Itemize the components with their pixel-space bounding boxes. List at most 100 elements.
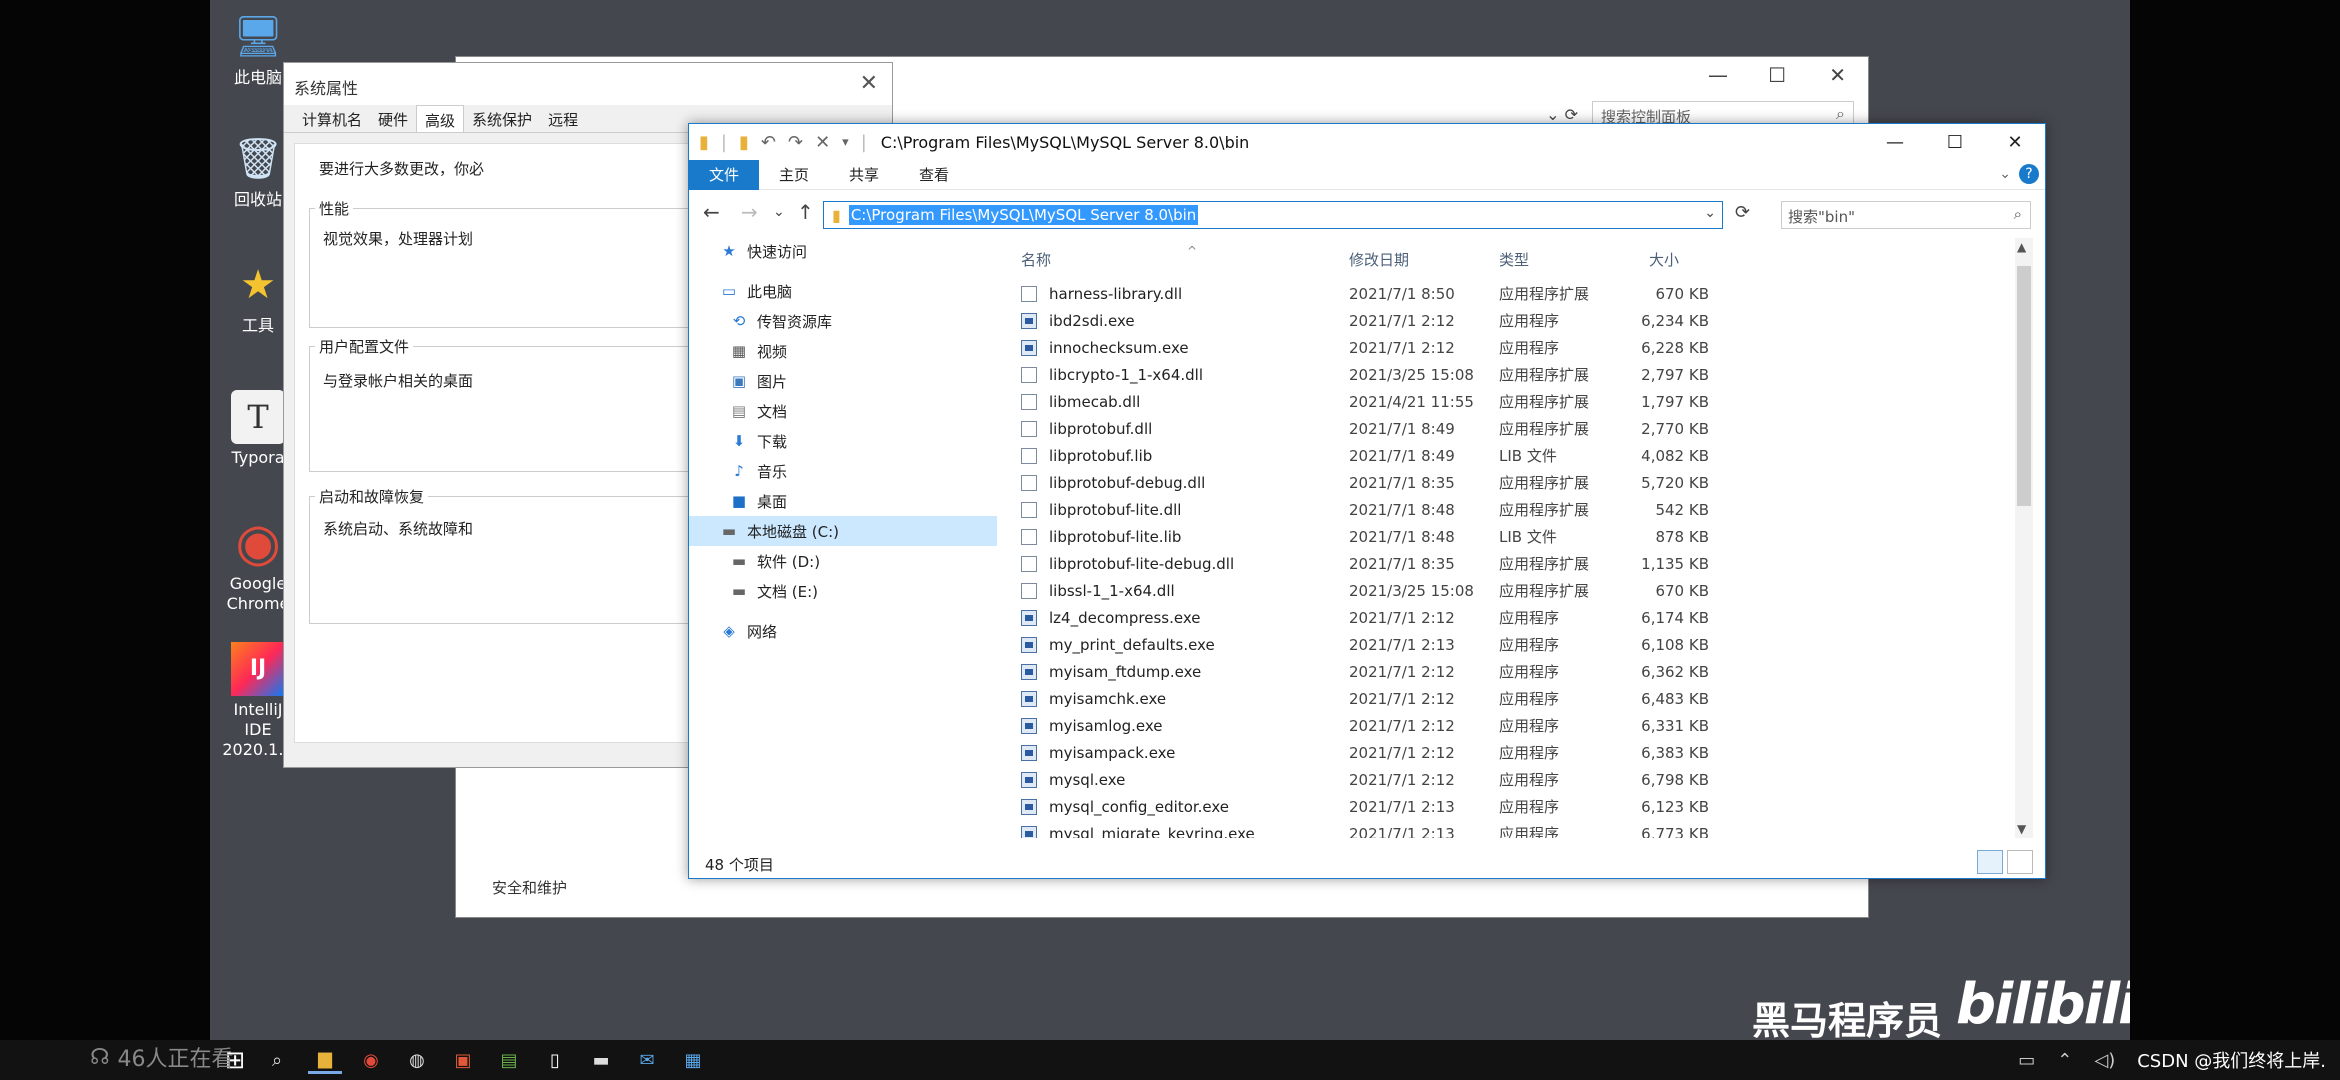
undo-icon[interactable]: ↶ — [761, 132, 776, 153]
column-header-type[interactable]: 类型 — [1499, 246, 1529, 272]
close-icon[interactable]: ✕ — [860, 71, 878, 96]
search-input[interactable]: 搜索"bin" ⌕ — [1781, 201, 2031, 229]
file-row[interactable]: libssl-1_1-x64.dll 2021/3/25 15:08 应用程序扩展 6… — [1009, 577, 2009, 604]
file-row[interactable]: innochecksum.exe 2021/7/1 2:12 应用程序 6,228 K… — [1009, 334, 2009, 361]
file-row[interactable]: libprotobuf-lite.lib 2021/7/1 8:48 LIB 文件 8… — [1009, 523, 2009, 550]
nav-item-local-disk-c[interactable]: ▬ 本地磁盘 (C:) — [689, 516, 997, 546]
file-size: 6,123 KB — [1641, 797, 1709, 816]
keyboard-icon[interactable]: ▭ — [2018, 1050, 2035, 1071]
terminal-taskbar-icon[interactable]: ▬ — [584, 1046, 618, 1074]
file-size: 6,108 KB — [1641, 635, 1709, 654]
tab-view[interactable]: 查看 — [899, 160, 969, 190]
recent-locations-chevron-icon[interactable]: ⌄ — [773, 204, 785, 220]
column-header-size[interactable]: 大小 — [1649, 246, 1679, 272]
video-icon: ▦ — [731, 342, 747, 360]
close-icon[interactable]: ✕ — [1985, 124, 2045, 160]
file-row[interactable]: libprotobuf.dll 2021/7/1 8:49 应用程序扩展 2,770 … — [1009, 415, 2009, 442]
forward-arrow-icon[interactable]: → — [741, 200, 758, 224]
nav-item-this-pc[interactable]: ▭ 此电脑 — [719, 276, 792, 306]
tab-remote[interactable]: 远程 — [540, 105, 586, 132]
file-row[interactable]: mysql.exe 2021/7/1 2:12 应用程序 6,798 KB — [1009, 766, 2009, 793]
help-icon[interactable]: ? — [2019, 164, 2039, 184]
nav-item-downloads[interactable]: ⬇ 下载 — [729, 426, 787, 456]
file-row[interactable]: libprotobuf-lite-debug.dll 2021/7/1 8:35 应… — [1009, 550, 2009, 577]
chevron-down-icon[interactable]: ⌄ — [1704, 205, 1716, 221]
refresh-icon[interactable]: ⟳ — [1735, 202, 1750, 223]
app-taskbar-icon[interactable]: ◍ — [400, 1046, 434, 1074]
file-name: libprotobuf.dll — [1049, 419, 1153, 438]
tab-share[interactable]: 共享 — [829, 160, 899, 190]
typora-taskbar-icon[interactable]: ▯ — [538, 1046, 572, 1074]
up-arrow-icon[interactable]: ↑ — [797, 200, 814, 224]
large-icons-view-icon[interactable] — [2007, 850, 2033, 874]
column-header-name[interactable]: 名称 ^ — [1021, 244, 1197, 272]
powerpoint-taskbar-icon[interactable]: ▣ — [446, 1046, 480, 1074]
file-row[interactable]: myisamlog.exe 2021/7/1 2:12 应用程序 6,331 KB — [1009, 712, 2009, 739]
scrollbar-thumb[interactable] — [2017, 266, 2031, 506]
file-row[interactable]: my_print_defaults.exe 2021/7/1 2:13 应用程序 6,… — [1009, 631, 2009, 658]
file-name: mysql_migrate_keyring.exe — [1049, 824, 1255, 839]
nav-item-network[interactable]: ◈ 网络 — [719, 616, 777, 646]
back-arrow-icon[interactable]: ← — [703, 200, 720, 224]
maximize-icon[interactable]: ☐ — [1925, 124, 1985, 160]
nav-item-desktop[interactable]: ■ 桌面 — [729, 486, 787, 516]
address-bar[interactable]: ▮ C:\Program Files\MySQL\MySQL Server 8.… — [823, 201, 1723, 229]
tab-advanced[interactable]: 高级 — [416, 105, 465, 132]
nav-item-quick-access[interactable]: ★ 快速访问 — [719, 236, 807, 266]
file-row[interactable]: libcrypto-1_1-x64.dll 2021/3/25 15:08 应用程序… — [1009, 361, 2009, 388]
tab-file[interactable]: 文件 — [689, 159, 759, 190]
notepad-taskbar-icon[interactable]: ▤ — [492, 1046, 526, 1074]
remote-desktop-taskbar-icon[interactable]: ▦ — [676, 1046, 710, 1074]
file-row[interactable]: ibd2sdi.exe 2021/7/1 2:12 应用程序 6,234 KB — [1009, 307, 2009, 334]
nav-item-drive-d[interactable]: ▬ 软件 (D:) — [729, 546, 820, 576]
chevron-up-icon[interactable]: ⌃ — [2057, 1050, 2072, 1071]
file-row[interactable]: harness-library.dll 2021/7/1 8:50 应用程序扩展 67… — [1009, 280, 2009, 307]
maximize-icon[interactable]: ☐ — [1768, 63, 1786, 87]
file-row[interactable]: myisam_ftdump.exe 2021/7/1 2:12 应用程序 6,362 … — [1009, 658, 2009, 685]
search-icon[interactable]: ⌕ — [260, 1046, 294, 1074]
nav-item-documents[interactable]: ▤ 文档 — [729, 396, 787, 426]
volume-icon[interactable]: ◁) — [2094, 1050, 2115, 1071]
file-explorer-window[interactable]: ▮ | ▮ ↶ ↷ ✕ ▾ | C:\Program Files\MySQL\M… — [688, 123, 2046, 879]
nav-item-pictures[interactable]: ▣ 图片 — [729, 366, 787, 396]
file-row[interactable]: libmecab.dll 2021/4/21 11:55 应用程序扩展 1,797 K… — [1009, 388, 2009, 415]
file-size: 5,720 KB — [1641, 473, 1709, 492]
nav-item-videos[interactable]: ▦ 视频 — [729, 336, 787, 366]
tab-home[interactable]: 主页 — [759, 160, 829, 190]
nav-item-drive-e[interactable]: ▬ 文档 (E:) — [729, 576, 818, 606]
tab-system-protection[interactable]: 系统保护 — [464, 105, 540, 132]
control-panel-nav-controls[interactable]: ⌄ ⟳ — [1546, 105, 1578, 124]
close-icon[interactable]: ✕ — [1829, 63, 1846, 87]
minimize-icon[interactable]: — — [1708, 63, 1728, 87]
details-view-icon[interactable] — [1977, 850, 2003, 874]
watermark-heima: 黑马程序员 — [1752, 999, 1943, 1040]
redo-icon[interactable]: ↷ — [788, 132, 803, 153]
expand-ribbon-icon[interactable]: ⌄ — [1999, 166, 2011, 182]
column-header-date[interactable]: 修改日期 — [1349, 246, 1409, 272]
file-row[interactable]: libprotobuf.lib 2021/7/1 8:49 LIB 文件 4,082 … — [1009, 442, 2009, 469]
mail-taskbar-icon[interactable]: ✉ — [630, 1046, 664, 1074]
file-row[interactable]: myisampack.exe 2021/7/1 2:12 应用程序 6,383 KB — [1009, 739, 2009, 766]
address-path[interactable]: C:\Program Files\MySQL\MySQL Server 8.0\… — [848, 205, 1199, 225]
file-row[interactable]: libprotobuf-debug.dll 2021/7/1 8:35 应用程序扩展… — [1009, 469, 2009, 496]
customize-chevron-icon[interactable]: ▾ — [842, 135, 849, 150]
nav-item-resource-library[interactable]: ⟲ 传智资源库 — [729, 306, 832, 336]
vertical-scrollbar[interactable]: ▲ ▼ — [2015, 238, 2033, 838]
delete-icon[interactable]: ✕ — [815, 132, 830, 153]
file-row[interactable]: myisamchk.exe 2021/7/1 2:12 应用程序 6,483 KB — [1009, 685, 2009, 712]
new-folder-icon[interactable]: ▮ — [739, 132, 749, 153]
file-row[interactable]: lz4_decompress.exe 2021/7/1 2:12 应用程序 6,174… — [1009, 604, 2009, 631]
file-row[interactable]: libprotobuf-lite.dll 2021/7/1 8:48 应用程序扩展 5… — [1009, 496, 2009, 523]
file-row[interactable]: mysql_config_editor.exe 2021/7/1 2:13 应用程序… — [1009, 793, 2009, 820]
tab-hardware[interactable]: 硬件 — [370, 105, 416, 132]
chrome-taskbar-icon[interactable]: ◉ — [354, 1046, 388, 1074]
nav-item-music[interactable]: ♪ 音乐 — [729, 456, 787, 486]
scroll-up-icon[interactable]: ▲ — [2017, 240, 2026, 254]
tab-computer-name[interactable]: 计算机名 — [294, 105, 370, 132]
scroll-down-icon[interactable]: ▼ — [2017, 822, 2026, 836]
minimize-icon[interactable]: — — [1865, 124, 1925, 160]
file-row[interactable]: mysql_migrate_keyring.exe 2021/7/1 2:13 应用… — [1009, 820, 2009, 838]
security-maintenance-link[interactable]: 安全和维护 — [492, 877, 567, 898]
performance-group-text: 视觉效果，处理器计划 — [323, 230, 474, 248]
file-explorer-taskbar-icon[interactable]: ▆ — [308, 1046, 342, 1074]
